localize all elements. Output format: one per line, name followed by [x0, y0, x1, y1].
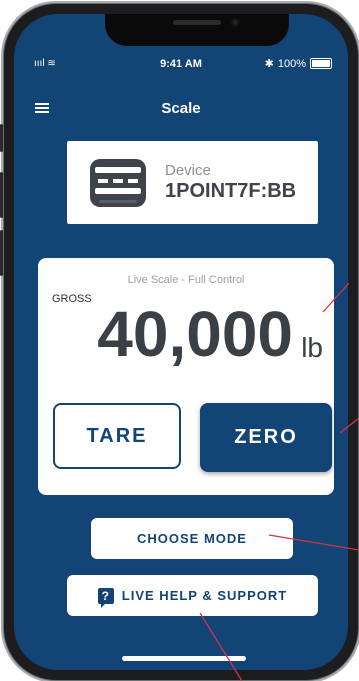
- device-info: Device 1POINT7F:BB: [165, 162, 296, 203]
- scale-mode-label: Live Scale - Full Control: [127, 274, 245, 286]
- battery-percent: 100%: [277, 57, 306, 70]
- scale-card: Live Scale - Full Control GROSS 40,000 l…: [38, 258, 334, 495]
- zero-button[interactable]: ZERO: [200, 403, 332, 472]
- page-title: Scale: [161, 100, 201, 117]
- scale-indicator-icon: [90, 158, 146, 207]
- home-indicator: [122, 656, 246, 661]
- speaker-grille: [173, 20, 221, 25]
- notch: [105, 14, 289, 46]
- gross-label: GROSS: [52, 293, 92, 305]
- weight-unit: lb: [301, 332, 323, 363]
- weight-value: 40,000: [97, 298, 293, 370]
- phone-side-button: [0, 124, 3, 152]
- live-help-support-button[interactable]: ? LIVE HELP & SUPPORT: [67, 575, 318, 616]
- help-chat-icon: ?: [97, 587, 114, 608]
- status-right: ✱ 100%: [265, 57, 332, 70]
- battery-icon: [310, 58, 332, 69]
- camera-icon: [231, 18, 240, 27]
- choose-mode-button[interactable]: CHOOSE MODE: [91, 518, 293, 559]
- help-button-label: LIVE HELP & SUPPORT: [121, 588, 288, 603]
- device-name: 1POINT7F:BB: [165, 180, 297, 202]
- device-card[interactable]: Device 1POINT7F:BB: [67, 141, 318, 224]
- device-label: Device: [165, 162, 211, 179]
- app-screen: ıııl ≋ 9:41 AM ✱ 100% Scale Device 1POIN…: [14, 14, 348, 670]
- bluetooth-icon: ✱: [264, 58, 274, 70]
- phone-frame: ıııl ≋ 9:41 AM ✱ 100% Scale Device 1POIN…: [0, 4, 358, 680]
- phone-volume-up: [0, 172, 3, 218]
- tare-button[interactable]: TARE: [53, 403, 181, 469]
- phone-volume-down: [0, 230, 3, 276]
